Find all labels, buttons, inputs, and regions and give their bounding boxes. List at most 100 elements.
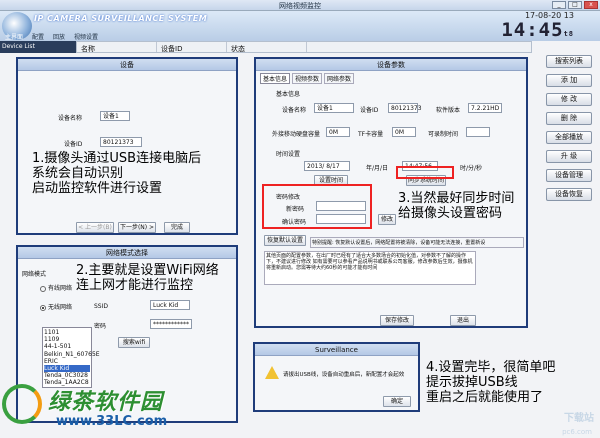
param-device-id-label: 设备ID <box>360 107 379 114</box>
restore-defaults-button[interactable]: 恢复默认设置 <box>264 235 306 246</box>
ssid-item-selected[interactable]: Luck Kid <box>44 365 90 373</box>
step4-annotation: 4.设置完毕，很简单吧 提示拔掉USB线 重启之后就能使用了 <box>426 360 555 405</box>
tf-value: 0M <box>392 127 416 137</box>
tab-main[interactable]: 主界面 <box>2 31 26 41</box>
tf-label: TF卡容量 <box>358 131 384 138</box>
step3-annotation: 3.当然最好同步时间 给摄像头设置密码 <box>398 191 514 221</box>
finish-button[interactable]: 完成 <box>164 222 190 233</box>
step3-line2: 给摄像头设置密码 <box>398 206 503 221</box>
minimize-button[interactable]: _ <box>552 1 566 9</box>
time-group-label: 时间设置 <box>276 151 301 158</box>
restore-hint: 特别提醒: 恢复默认设置后，网络配置将被清除，设备可能无法连接，重置新设 <box>310 237 524 248</box>
step2-line2: 连上网才能进行监控 <box>76 278 194 293</box>
brand-logo-icon <box>2 384 42 424</box>
add-button[interactable]: 添 加 <box>546 74 592 87</box>
wired-radio[interactable]: 有线网络 <box>40 283 72 292</box>
device-table-header: 名称 设备ID 状态 <box>76 41 532 53</box>
save-button[interactable]: 保存修改 <box>380 315 414 326</box>
dialog-ok-button[interactable]: 确定 <box>383 396 411 407</box>
device-name-input[interactable]: 设备1 <box>100 111 130 121</box>
tab-video-params[interactable]: 视频参数 <box>292 73 323 84</box>
delete-button[interactable]: 删 除 <box>546 112 592 125</box>
basic-group-label: 基本信息 <box>276 91 301 98</box>
column-name[interactable]: 名称 <box>77 42 157 53</box>
tab-basic-info[interactable]: 基本信息 <box>260 73 291 84</box>
record-time-value <box>466 127 490 137</box>
ssid-input[interactable]: Luck Kid <box>150 300 190 310</box>
wireless-radio-label: 无线网络 <box>48 304 73 311</box>
search-list-button[interactable]: 搜索列表 <box>546 55 592 68</box>
right-button-bar: 搜索列表 添 加 修 改 删 除 全部播放 升 级 设备管理 设备恢复 <box>546 55 594 207</box>
step2-annotation: 2.主要就是设置WiFi网络 连上网才能进行监控 <box>76 263 219 293</box>
device-wizard-panel: 设备 设备名称 设备1 设备ID 80121373 < 上一步(B) 下一步(N… <box>16 57 238 235</box>
wifi-password-input[interactable]: ************ <box>150 319 192 329</box>
tab-network-params[interactable]: 网络参数 <box>324 73 355 84</box>
modify-password-button[interactable]: 修改 <box>378 214 396 225</box>
window-controls: _ □ x <box>552 1 598 9</box>
window-title: 网络视频监控 <box>279 2 321 10</box>
warning-icon <box>265 366 279 379</box>
tab-video[interactable]: 视频设置 <box>71 31 101 41</box>
date-unit-label: 年/月/日 <box>366 165 389 172</box>
storage-value: 0M <box>326 127 350 137</box>
time-unit-label: 时/分/秒 <box>460 165 483 172</box>
step1-line2: 系统会自动识别 <box>32 166 124 181</box>
column-device-id[interactable]: 设备ID <box>157 42 227 53</box>
device-id-input[interactable]: 80121373 <box>100 137 142 147</box>
wifi-password-label: 密码 <box>94 323 107 330</box>
step1-line1: 1.摄像头通过USB连接电脑后 <box>32 151 202 166</box>
tab-playback[interactable]: 回放 <box>50 31 68 41</box>
ssid-item[interactable]: 1101 <box>44 329 90 336</box>
step2-line1: 2.主要就是设置WiFi网络 <box>76 263 219 278</box>
close-button[interactable]: x <box>584 1 598 9</box>
ssid-item[interactable]: 1109 <box>44 336 90 343</box>
device-manage-button[interactable]: 设备管理 <box>546 169 592 182</box>
device-wizard-title: 设备 <box>18 59 236 71</box>
device-params-title: 设备参数 <box>256 59 526 71</box>
device-id-label: 设备ID <box>64 141 83 148</box>
step1-annotation: 1.摄像头通过USB连接电脑后 系统会自动识别 启动监控软件进行设置 <box>32 151 201 196</box>
ssid-item[interactable]: Belkin_N1_60765E <box>44 351 100 358</box>
main-tabs: 主界面 配置 回放 视频设置 <box>0 31 600 41</box>
next-button[interactable]: 下一步(N) > <box>118 222 156 233</box>
device-restore-button[interactable]: 设备恢复 <box>546 188 592 201</box>
firmware-value: 7.2.21HD <box>468 103 502 113</box>
ssid-item[interactable]: ERIC <box>44 358 90 365</box>
play-all-button[interactable]: 全部播放 <box>546 131 592 144</box>
ssid-item[interactable]: 44-1-501 <box>44 343 90 350</box>
params-tabs: 基本信息 视频参数 网络参数 <box>260 73 355 84</box>
prev-button[interactable]: < 上一步(B) <box>76 222 114 233</box>
exit-button[interactable]: 退出 <box>450 315 476 326</box>
search-wifi-button[interactable]: 搜索wifi <box>118 337 150 348</box>
edit-button[interactable]: 修 改 <box>546 93 592 106</box>
network-mode-label: 网络模式 <box>22 271 47 278</box>
step4-line1: 4.设置完毕，很简单吧 <box>426 360 556 375</box>
app-window: 网络视频监控 _ □ x IP CAMERA SURVEILLANCE SYST… <box>0 0 600 438</box>
ssid-label: SSID <box>94 303 109 310</box>
ssid-item[interactable]: Tenda_0C3028 <box>44 372 90 379</box>
ssid-list[interactable]: 1101 1109 44-1-501 Belkin_N1_60765E ERIC… <box>42 327 100 388</box>
title-bar: 网络视频监控 _ □ x <box>0 0 600 11</box>
wireless-radio[interactable]: 无线网络 <box>40 302 72 311</box>
system-name: IP CAMERA SURVEILLANCE SYSTEM <box>34 14 208 23</box>
device-list-header: Device List <box>0 41 76 53</box>
column-status[interactable]: 状态 <box>227 42 307 53</box>
watermark-text: 下载站 <box>564 413 594 424</box>
date-picker[interactable]: 2013/ 8/17 <box>304 161 350 171</box>
tab-config[interactable]: 配置 <box>29 31 47 41</box>
settings-note: 其他页面的配置参数，在出厂时已经有了适合大多数场合的初始化值，对参数不了解的操作… <box>264 251 476 285</box>
step4-line2: 提示拔掉USB线 <box>426 375 518 390</box>
record-time-label: 可录制时间 <box>428 131 459 138</box>
step3-line1: 3.当然最好同步时间 <box>398 191 515 206</box>
network-mode-title: 网络模式选择 <box>18 247 236 259</box>
sync-time-highlight <box>396 166 454 179</box>
step4-line3: 重启之后就能使用了 <box>426 390 544 405</box>
param-device-id-value: 80121373 <box>388 103 422 113</box>
maximize-button[interactable]: □ <box>568 1 582 9</box>
watermark-url: pc6.com <box>562 428 592 436</box>
device-name-label: 设备名称 <box>58 115 83 122</box>
upgrade-button[interactable]: 升 级 <box>546 150 592 163</box>
step1-line3: 启动监控软件进行设置 <box>32 181 163 196</box>
param-device-name-input[interactable]: 设备1 <box>314 103 354 113</box>
brand-url: www.33LC.com <box>56 414 168 429</box>
